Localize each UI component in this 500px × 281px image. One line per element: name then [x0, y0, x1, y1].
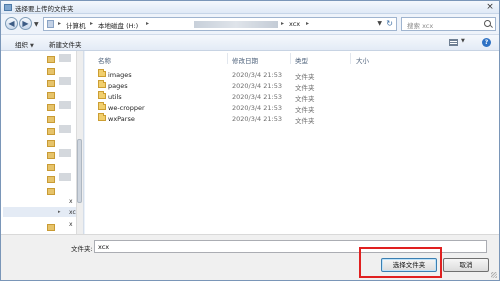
- breadcrumb-separator-icon[interactable]: ▸: [306, 20, 309, 27]
- file-name[interactable]: images: [108, 71, 132, 79]
- tree-folder-icon[interactable]: [47, 163, 55, 171]
- file-date: 2020/3/4 21:53: [232, 71, 282, 79]
- view-options-icon[interactable]: [449, 39, 458, 46]
- file-name[interactable]: we-cropper: [108, 104, 145, 112]
- close-button[interactable]: ×: [484, 2, 496, 13]
- breadcrumb-separator-icon[interactable]: ▸: [281, 20, 284, 27]
- search-placeholder[interactable]: 搜索 xcx: [407, 20, 433, 30]
- file-row[interactable]: images 2020/3/4 21:53 文件夹: [85, 69, 385, 81]
- history-dropdown-icon[interactable]: ▼: [34, 21, 39, 28]
- folder-picker-dialog: 选择要上传的文件夹 × ◀ ▶ ▼ ▸ 计算机 ▸ 本地磁盘 (H:) ▸ ▸ …: [0, 0, 500, 281]
- column-divider[interactable]: [290, 53, 291, 64]
- tree-expand-icon[interactable]: ▸: [58, 209, 61, 215]
- cancel-button[interactable]: 取消: [443, 258, 489, 272]
- tree-folder-icon[interactable]: [47, 67, 55, 75]
- tree-label-redacted: [59, 149, 71, 157]
- tree-label-redacted: [59, 125, 71, 133]
- file-date: 2020/3/4 21:53: [232, 115, 282, 123]
- tree-label-redacted: [59, 77, 71, 85]
- app-icon: [4, 4, 12, 11]
- address-dropdown-icon[interactable]: ▼: [377, 20, 382, 27]
- breadcrumb-drive[interactable]: 本地磁盘 (H:): [98, 20, 138, 30]
- refresh-icon[interactable]: ↻: [386, 19, 393, 28]
- column-divider[interactable]: [227, 53, 228, 64]
- file-date: 2020/3/4 21:53: [232, 93, 282, 101]
- tree-folder-icon[interactable]: [47, 187, 55, 195]
- folder-icon: [98, 69, 106, 77]
- folder-name-value[interactable]: xcx: [98, 243, 109, 251]
- file-name[interactable]: wxParse: [108, 115, 135, 123]
- column-divider[interactable]: [350, 53, 351, 64]
- command-bar: 组织 ▼ 新建文件夹 ▼ ?: [1, 34, 499, 51]
- nav-scrollbar-thumb[interactable]: [77, 139, 82, 203]
- search-box[interactable]: 搜索 xcx: [401, 17, 496, 31]
- resize-grip-icon[interactable]: [491, 272, 497, 278]
- computer-icon: [47, 20, 54, 28]
- tree-folder-icon[interactable]: [47, 127, 55, 135]
- tree-folder-icon[interactable]: [47, 139, 55, 147]
- breadcrumb-redacted: [194, 21, 278, 28]
- folder-icon: [98, 80, 106, 88]
- tree-item-marker: x: [69, 198, 73, 205]
- file-row[interactable]: utils 2020/3/4 21:53 文件夹: [85, 91, 385, 103]
- column-header-name[interactable]: 名称: [98, 55, 111, 65]
- breadcrumb-separator-icon[interactable]: ▸: [90, 20, 93, 27]
- folder-icon: [98, 113, 106, 121]
- tree-folder-icon[interactable]: [47, 115, 55, 123]
- file-list[interactable]: 名称 修改日期 类型 大小 images 2020/3/4 21:53 文件夹 …: [85, 51, 499, 234]
- tree-folder-icon[interactable]: [47, 79, 55, 87]
- column-header-type[interactable]: 类型: [295, 55, 308, 65]
- organize-label: 组织: [15, 41, 28, 49]
- column-header-date[interactable]: 修改日期: [232, 55, 258, 65]
- tree-folder-icon[interactable]: [47, 55, 55, 63]
- navigation-pane[interactable]: x ▸ xcx x: [1, 51, 84, 234]
- tree-label-redacted: [59, 173, 71, 181]
- chevron-down-icon: ▼: [30, 43, 34, 49]
- file-name[interactable]: utils: [108, 93, 122, 101]
- tree-folder-icon[interactable]: [47, 103, 55, 111]
- forward-button[interactable]: ▶: [19, 17, 32, 30]
- tree-folder-icon[interactable]: [47, 91, 55, 99]
- folder-name-label: 文件夹:: [71, 245, 93, 253]
- back-button[interactable]: ◀: [5, 17, 18, 30]
- breadcrumb-separator-icon[interactable]: ▸: [58, 20, 61, 27]
- view-dropdown-icon[interactable]: ▼: [461, 38, 465, 44]
- file-date: 2020/3/4 21:53: [232, 82, 282, 90]
- navigation-bar: ◀ ▶ ▼ ▸ 计算机 ▸ 本地磁盘 (H:) ▸ ▸ xcx ▸ ▼ ↻ 搜索…: [1, 14, 499, 34]
- column-header-size[interactable]: 大小: [356, 55, 369, 65]
- highlight-annotation: [359, 247, 442, 278]
- file-row[interactable]: wxParse 2020/3/4 21:53 文件夹: [85, 113, 385, 125]
- file-date: 2020/3/4 21:53: [232, 104, 282, 112]
- window-title: 选择要上传的文件夹: [15, 5, 74, 13]
- breadcrumb-xcx[interactable]: xcx: [289, 20, 300, 28]
- file-type: 文件夹: [295, 117, 315, 125]
- search-icon[interactable]: [484, 20, 491, 27]
- help-icon[interactable]: ?: [482, 38, 491, 47]
- tree-folder-icon[interactable]: [47, 223, 55, 231]
- new-folder-button[interactable]: 新建文件夹: [49, 39, 82, 49]
- tree-folder-icon[interactable]: [47, 175, 55, 183]
- tree-folder-icon[interactable]: [47, 151, 55, 159]
- folder-icon: [98, 91, 106, 99]
- organize-button[interactable]: 组织 ▼: [15, 39, 34, 49]
- tree-label-redacted: [59, 101, 71, 109]
- breadcrumb-separator-icon[interactable]: ▸: [146, 20, 149, 27]
- breadcrumb-computer[interactable]: 计算机: [66, 20, 86, 30]
- title-bar: 选择要上传的文件夹 ×: [1, 1, 499, 14]
- tree-item-selected[interactable]: [3, 207, 79, 217]
- address-bar[interactable]: ▸ 计算机 ▸ 本地磁盘 (H:) ▸ ▸ xcx ▸ ▼ ↻: [43, 17, 397, 31]
- file-name[interactable]: pages: [108, 82, 128, 90]
- file-row[interactable]: pages 2020/3/4 21:53 文件夹: [85, 80, 385, 92]
- file-row[interactable]: we-cropper 2020/3/4 21:53 文件夹: [85, 102, 385, 114]
- folder-icon: [98, 102, 106, 110]
- tree-label-redacted: [59, 54, 71, 62]
- tree-item-marker: x: [69, 221, 73, 228]
